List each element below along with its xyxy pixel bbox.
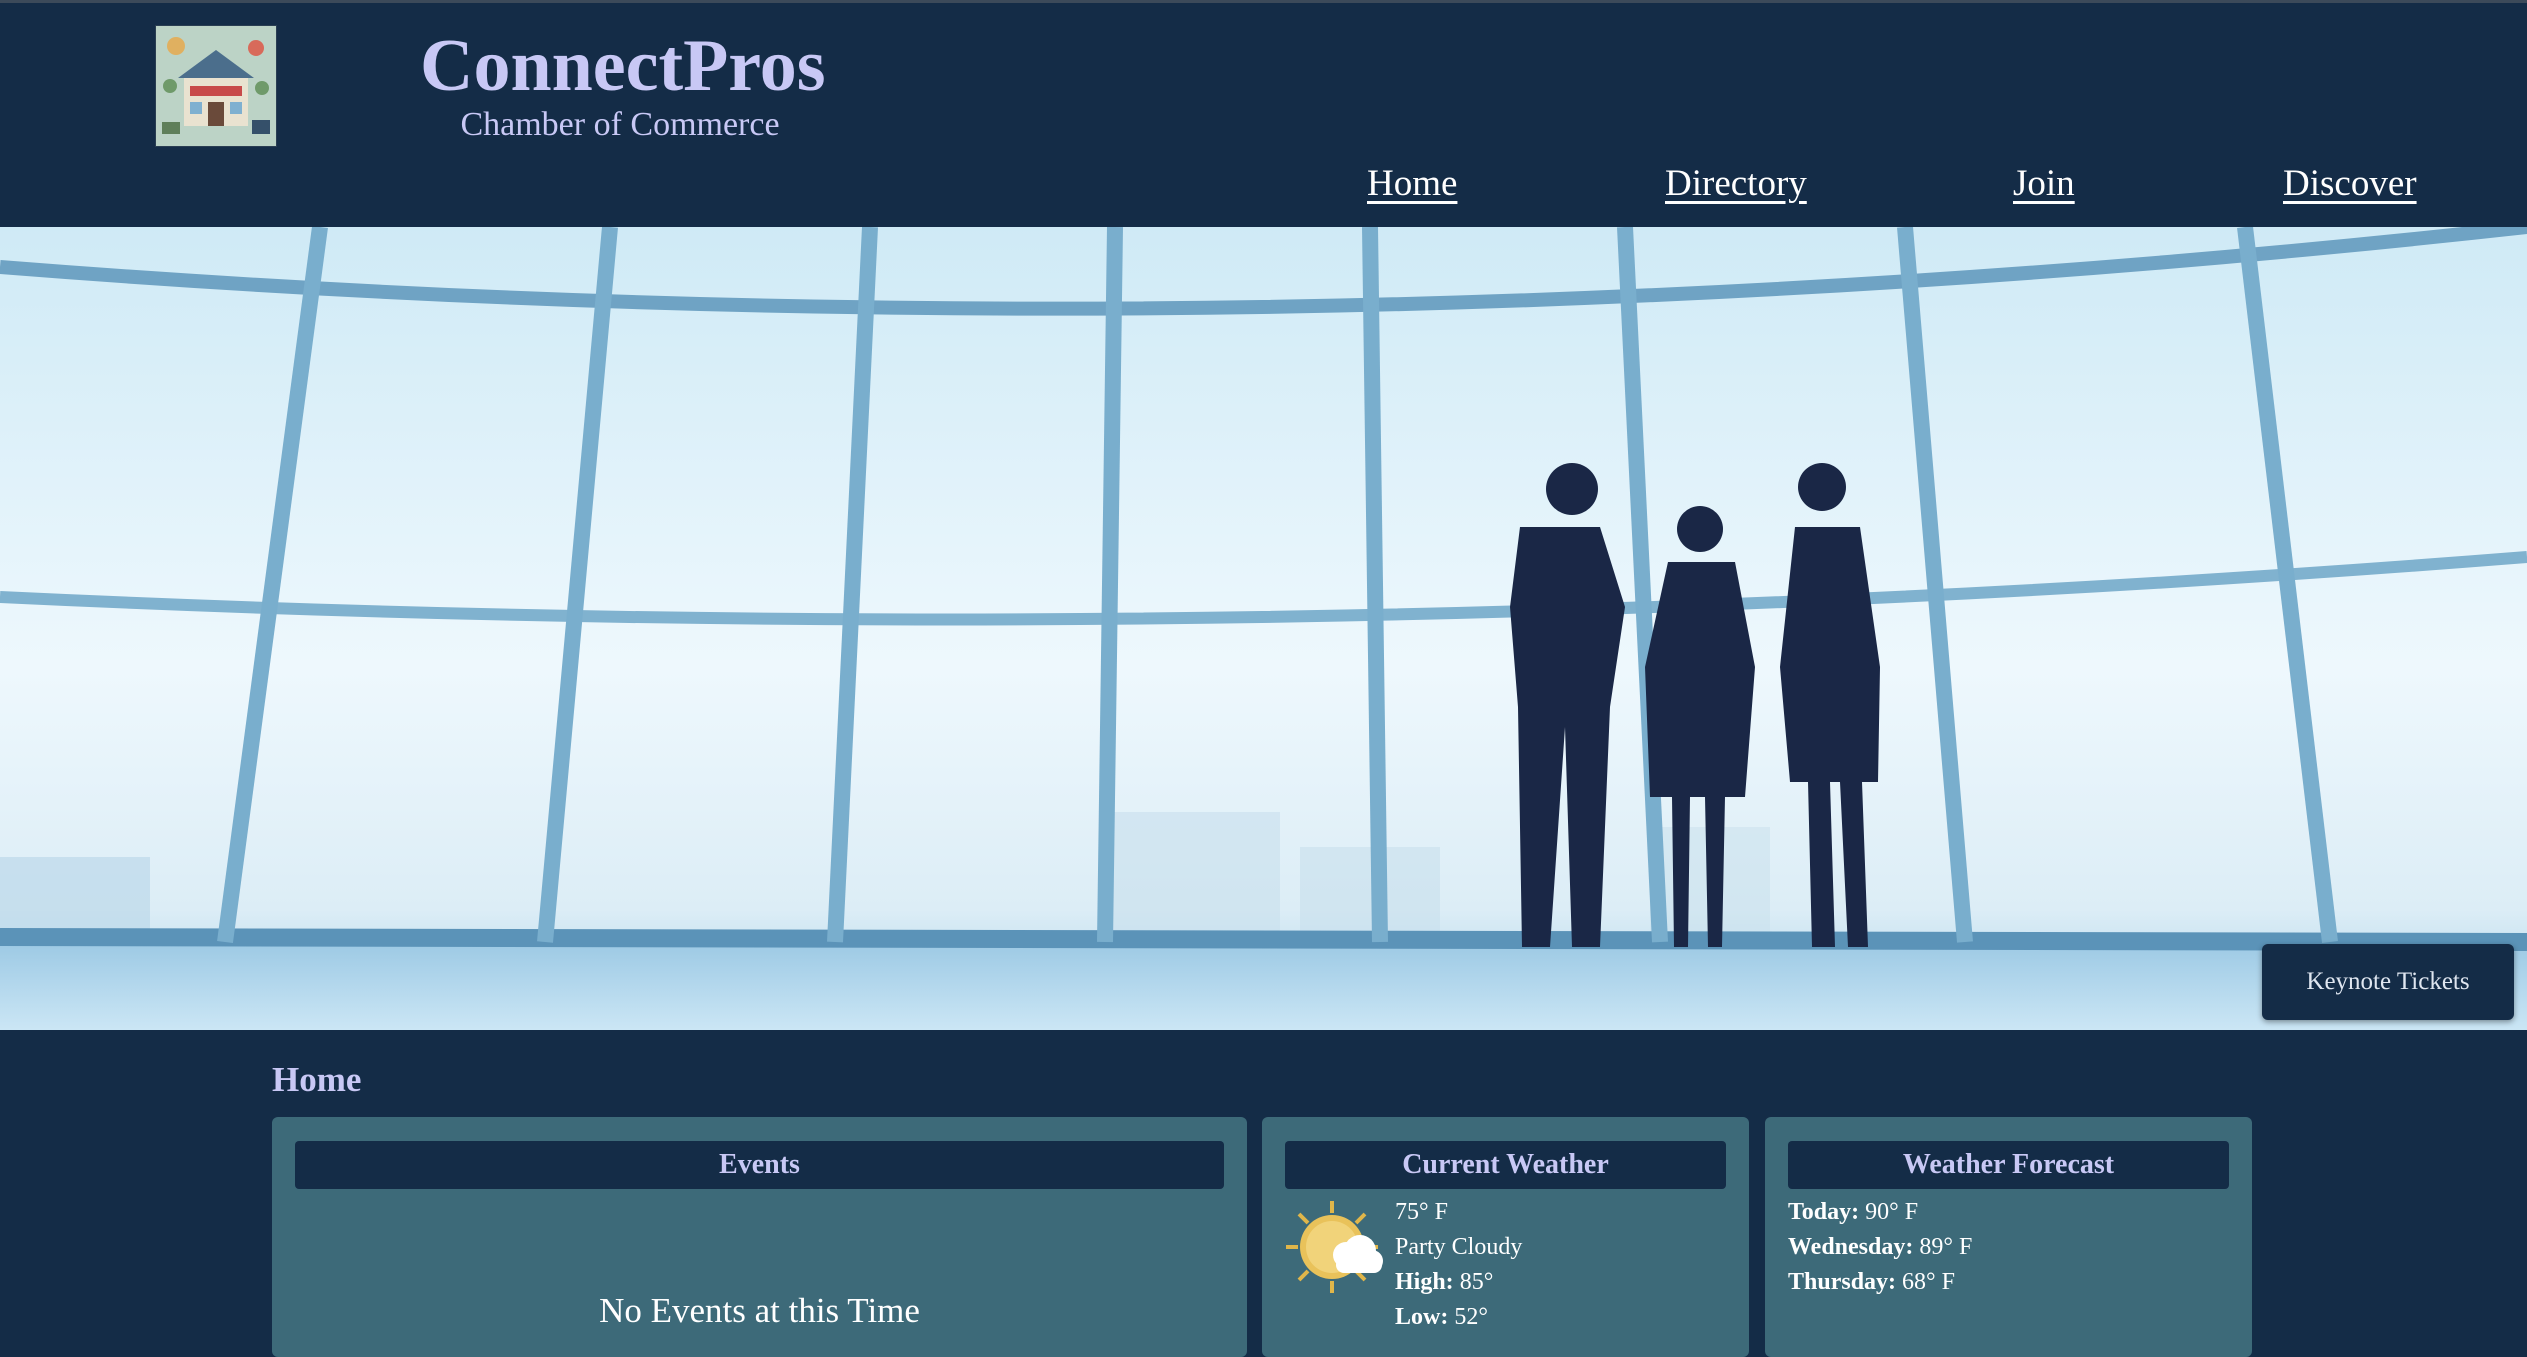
keynote-tickets-button[interactable]: Keynote Tickets: [2262, 944, 2514, 1020]
site-title: ConnectPros: [420, 25, 826, 107]
events-card: Events No Events at this Time: [272, 1117, 1247, 1357]
weather-forecast-title: Weather Forecast: [1788, 1141, 2229, 1189]
forecast-list: Today: 90° F Wednesday: 89° F Thursday: …: [1788, 1195, 1972, 1300]
weather-forecast-card: Weather Forecast Today: 90° F Wednesday:…: [1765, 1117, 2252, 1357]
events-empty-message: No Events at this Time: [599, 1291, 920, 1330]
events-card-title: Events: [295, 1141, 1224, 1189]
current-weather-title: Current Weather: [1285, 1141, 1726, 1189]
nav-join-link[interactable]: Join: [2013, 161, 2075, 207]
forecast-day: Today: 90° F: [1788, 1199, 1919, 1225]
current-weather-card: Current Weather 75° F Party Cloudy High:…: [1262, 1117, 1749, 1357]
forecast-day: Wednesday: 89° F: [1788, 1234, 1973, 1260]
current-low: Low: 52°: [1395, 1304, 1488, 1330]
hero-image: [0, 227, 2527, 1030]
forecast-day: Thursday: 68° F: [1788, 1269, 1955, 1295]
current-temp: 75° F: [1395, 1199, 1448, 1225]
current-weather-details: 75° F Party Cloudy High: 85° Low: 52°: [1395, 1195, 1522, 1335]
site-header: ConnectPros Chamber of Commerce Home Dir…: [0, 3, 2527, 227]
nav-discover-link[interactable]: Discover: [2283, 161, 2417, 207]
hero-banner: [0, 227, 2527, 1030]
site-subtitle: Chamber of Commerce: [460, 106, 780, 143]
nav-home-link[interactable]: Home: [1367, 161, 1457, 207]
current-high: High: 85°: [1395, 1269, 1494, 1295]
nav-directory-link[interactable]: Directory: [1665, 161, 1807, 207]
partly-cloudy-icon: [1284, 1199, 1384, 1299]
page-title: Home: [272, 1060, 362, 1099]
current-condition: Party Cloudy: [1395, 1234, 1523, 1260]
chamber-logo[interactable]: [155, 25, 277, 147]
